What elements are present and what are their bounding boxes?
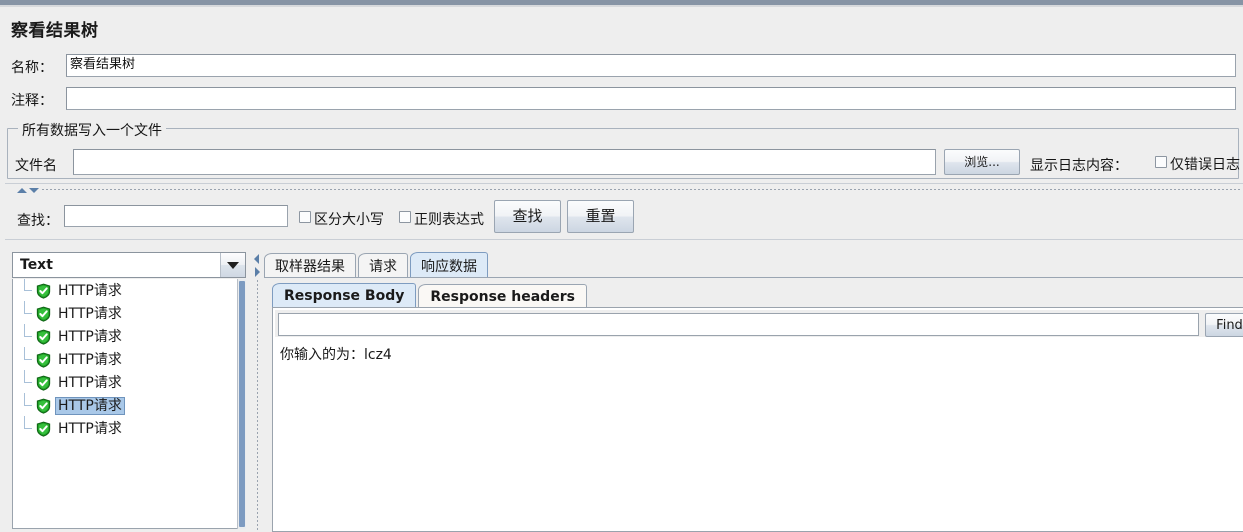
tree-node[interactable]: HTTP请求 xyxy=(13,370,245,394)
tree-node-label: HTTP请求 xyxy=(58,374,122,391)
filename-label: 文件名 xyxy=(15,158,57,174)
vertical-split-divider[interactable] xyxy=(252,245,263,532)
tree-node-label: HTTP请求 xyxy=(58,351,122,368)
tree-elbow-icon xyxy=(24,393,35,417)
collapse-right-icon[interactable] xyxy=(255,267,260,277)
tree-node-label: HTTP请求 xyxy=(58,282,122,299)
filename-input[interactable] xyxy=(73,149,936,175)
success-shield-icon xyxy=(36,375,51,391)
success-shield-icon xyxy=(36,283,51,299)
divider-grip xyxy=(41,188,1241,190)
write-all-data-legend: 所有数据写入一个文件 xyxy=(18,120,166,140)
success-shield-icon xyxy=(36,306,51,322)
success-shield-icon xyxy=(36,398,51,414)
tabstrip-baseline xyxy=(264,277,1243,278)
response-subtabstrip: Response Body Response headers xyxy=(272,283,589,308)
response-subtab[interactable]: Response Body xyxy=(272,283,417,308)
name-input[interactable]: 察看结果树 xyxy=(66,54,1236,77)
errors-only-label[interactable]: 仅错误日志 xyxy=(1170,154,1240,174)
display-log-label: 显示日志内容： xyxy=(1030,158,1128,174)
collapse-left-icon[interactable] xyxy=(254,254,259,264)
regex-checkbox[interactable] xyxy=(399,211,411,223)
tree-node-label: HTTP请求 xyxy=(58,420,122,437)
case-sensitive-label[interactable]: 区分大小写 xyxy=(314,209,384,229)
result-detail-panel: 取样器结果 请求 响应数据 Response Body Response header… xyxy=(264,245,1243,532)
success-shield-icon xyxy=(36,421,51,437)
response-find-input[interactable] xyxy=(278,313,1199,336)
browse-button[interactable]: 浏览... xyxy=(944,149,1020,175)
response-content-area: Find 你输入的为：lcz4 xyxy=(272,307,1243,532)
regex-label[interactable]: 正则表达式 xyxy=(414,209,484,229)
results-tree[interactable]: HTTP请求 HTTP请求 HTTP请求 HTTP请求 HTTP请求 HTTP请求 HTTP… xyxy=(12,279,246,529)
result-tabstrip: 取样器结果 请求 响应数据 xyxy=(264,252,490,278)
page-title: 察看结果树 xyxy=(11,21,99,41)
search-find-button[interactable]: 查找 xyxy=(494,200,561,233)
response-find-toolbar: Find xyxy=(275,310,1243,337)
renderer-combobox[interactable]: Text xyxy=(12,252,246,278)
result-tab[interactable]: 响应数据 xyxy=(410,252,488,278)
result-tab[interactable]: 取样器结果 xyxy=(264,253,356,278)
tree-node-label: HTTP请求 xyxy=(58,305,122,322)
comment-input[interactable] xyxy=(66,87,1236,110)
errors-only-checkbox[interactable] xyxy=(1155,156,1167,168)
tree-elbow-icon xyxy=(24,347,35,371)
collapse-down-icon[interactable] xyxy=(29,188,39,193)
tree-elbow-icon xyxy=(24,324,35,348)
tree-node[interactable]: HTTP请求 xyxy=(13,301,245,325)
collapse-up-icon[interactable] xyxy=(17,188,27,193)
search-reset-button[interactable]: 重置 xyxy=(567,200,634,233)
success-shield-icon xyxy=(36,329,51,345)
tree-elbow-icon xyxy=(24,279,35,302)
name-label: 名称： xyxy=(11,60,53,76)
horizontal-split-divider[interactable] xyxy=(5,183,1243,193)
window-accent-bar-highlight xyxy=(0,5,1243,7)
tree-elbow-icon xyxy=(24,416,35,440)
response-find-button[interactable]: Find xyxy=(1205,313,1243,337)
tree-node[interactable]: HTTP请求 xyxy=(13,393,245,417)
response-body-text: 你输入的为：lcz4 xyxy=(280,347,392,363)
response-subtab[interactable]: Response headers xyxy=(418,284,587,308)
renderer-combobox-value: Text xyxy=(20,257,53,273)
tree-node[interactable]: HTTP请求 xyxy=(13,347,245,371)
tree-scrollbar-thumb[interactable] xyxy=(239,281,245,527)
case-sensitive-checkbox[interactable] xyxy=(299,211,311,223)
search-input[interactable] xyxy=(64,205,288,227)
tree-node[interactable]: HTTP请求 xyxy=(13,416,245,440)
tree-elbow-icon xyxy=(24,301,35,325)
comment-label: 注释： xyxy=(11,93,53,109)
view-results-tree-window: 察看结果树 名称： 察看结果树 注释： 所有数据写入一个文件 文件名 浏览...… xyxy=(0,0,1243,532)
results-tree-panel: Text HTTP请求 HTTP请求 HTTP请求 HTTP请求 HTTP请求 HTTP请… xyxy=(7,248,250,532)
success-shield-icon xyxy=(36,352,51,368)
tree-vertical-scrollbar[interactable] xyxy=(237,279,246,529)
results-split-pane: Text HTTP请求 HTTP请求 HTTP请求 HTTP请求 HTTP请求 HTTP请… xyxy=(0,241,1243,532)
vertical-divider-grip xyxy=(256,279,258,531)
tree-elbow-icon xyxy=(24,370,35,394)
tree-node-label: HTTP请求 xyxy=(58,328,122,345)
chevron-down-icon[interactable] xyxy=(220,253,245,277)
tree-node-label: HTTP请求 xyxy=(55,396,125,415)
tree-node[interactable]: HTTP请求 xyxy=(13,279,245,302)
result-tab[interactable]: 请求 xyxy=(358,253,408,278)
tree-node[interactable]: HTTP请求 xyxy=(13,324,245,348)
search-label: 查找： xyxy=(17,213,59,229)
